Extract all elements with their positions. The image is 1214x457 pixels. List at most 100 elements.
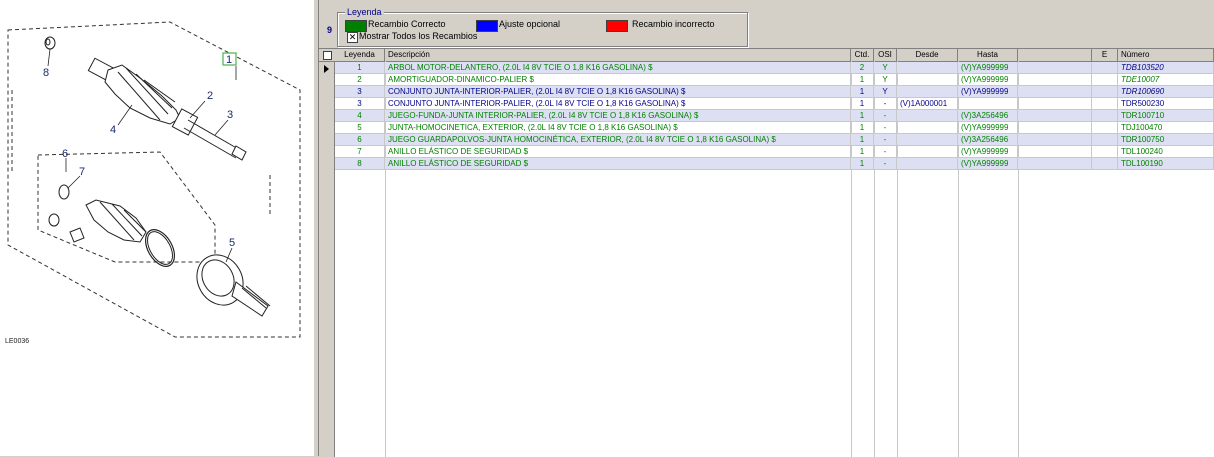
table-row[interactable]: 7 ANILLO ELÁSTICO DE SEGURIDAD $ 1 - (V)… (335, 146, 1214, 158)
cell-ctd: 1 (851, 158, 874, 169)
cell-ctd: 2 (851, 62, 874, 73)
show-all-label[interactable]: Mostrar Todos los Recambios (359, 31, 477, 41)
cell-blank (1018, 86, 1092, 97)
cell-desde (897, 134, 958, 145)
cell-desde (897, 146, 958, 157)
callout-8[interactable]: 8 (43, 67, 49, 79)
cell-ctd: 1 (851, 98, 874, 109)
cell-numero: TDR500230 (1118, 98, 1214, 109)
callout-2[interactable]: 2 (207, 90, 213, 102)
cell-ctd: 1 (851, 134, 874, 145)
cell-osi: Y (874, 62, 897, 73)
legend-swatch-incorrect (606, 20, 628, 32)
header-hasta[interactable]: Hasta (958, 49, 1018, 61)
cell-numero: TDR100750 (1118, 134, 1214, 145)
legend-title: Leyenda (345, 7, 384, 17)
header-desde[interactable]: Desde (897, 49, 958, 61)
cell-numero: TDJ100470 (1118, 122, 1214, 133)
cell-hasta: (V)3A256496 (958, 110, 1018, 121)
cell-e (1092, 86, 1118, 97)
cell-desde (897, 62, 958, 73)
cell-blank (1018, 74, 1092, 85)
cell-hasta: (V)3A256496 (958, 134, 1018, 145)
table-row[interactable]: 2 AMORTIGUADOR-DINAMICO-PALIER $ 1 Y (V)… (335, 74, 1214, 86)
select-all-checkbox[interactable] (323, 51, 332, 60)
parts-list-pane: 9 Leyenda Recambio Correcto Ajuste opcio… (319, 0, 1214, 457)
cell-hasta: (V)YA999999 (958, 158, 1018, 169)
callout-1[interactable]: 1 (226, 54, 232, 66)
legend-group (337, 12, 748, 47)
header-osi[interactable]: OSI (874, 49, 897, 61)
parts-diagram-pane: 1 2 3 4 5 6 7 8 LE0036 (0, 0, 313, 456)
header-ctd[interactable]: Ctd. (851, 49, 874, 61)
cell-e (1092, 62, 1118, 73)
show-all-checkbox[interactable]: ✕ (347, 32, 358, 43)
cell-hasta: (V)YA999999 (958, 62, 1018, 73)
cell-blank (1018, 146, 1092, 157)
cell-descripcion: JUNTA-HOMOCINETICA, EXTERIOR, (2.0L I4 8… (385, 122, 851, 133)
cell-leyenda: 7 (335, 146, 385, 157)
cell-blank (1018, 98, 1092, 109)
cell-e (1092, 146, 1118, 157)
cell-leyenda: 1 (335, 62, 385, 73)
cell-numero: TDB103520 (1118, 62, 1214, 73)
driveshaft-part (171, 108, 247, 161)
header-blank[interactable] (1018, 49, 1092, 61)
table-row[interactable]: 3 CONJUNTO JUNTA-INTERIOR-PALIER, (2.0L … (335, 86, 1214, 98)
table-row[interactable]: 4 JUEGO-FUNDA-JUNTA INTERIOR-PALIER, (2.… (335, 110, 1214, 122)
cell-leyenda: 3 (335, 98, 385, 109)
cell-descripcion: ARBOL MOTOR-DELANTERO, (2.0L I4 8V TCIE … (385, 62, 851, 73)
cell-osi: Y (874, 74, 897, 85)
cell-descripcion: CONJUNTO JUNTA-INTERIOR-PALIER, (2.0L I4… (385, 98, 851, 109)
grid-header: Leyenda Descripción Ctd. OSI Desde Hasta… (319, 49, 1214, 62)
callout-5[interactable]: 5 (229, 237, 235, 249)
cell-ctd: 1 (851, 146, 874, 157)
cell-desde (897, 74, 958, 85)
cell-blank (1018, 62, 1092, 73)
table-row[interactable]: 8 ANILLO ELÁSTICO DE SEGURIDAD $ 1 - (V)… (335, 158, 1214, 170)
parts-grid: Leyenda Descripción Ctd. OSI Desde Hasta… (319, 48, 1214, 457)
cell-osi: - (874, 146, 897, 157)
cell-e (1092, 110, 1118, 121)
table-row[interactable]: 6 JUEGO GUARDAPOLVOS-JUNTA HOMOCINÉTICA,… (335, 134, 1214, 146)
cell-ctd: 1 (851, 86, 874, 97)
diagram-code: LE0036 (5, 338, 30, 345)
legend-swatch-optional (476, 20, 498, 32)
cell-hasta: (V)YA999999 (958, 74, 1018, 85)
cell-numero: TDE10007 (1118, 74, 1214, 85)
callout-6[interactable]: 6 (62, 148, 68, 160)
cell-numero: TDL100240 (1118, 146, 1214, 157)
cell-leyenda: 6 (335, 134, 385, 145)
cell-leyenda: 5 (335, 122, 385, 133)
cell-osi: - (874, 134, 897, 145)
header-e[interactable]: E (1092, 49, 1118, 61)
cell-osi: Y (874, 86, 897, 97)
header-descripcion[interactable]: Descripción (385, 49, 851, 61)
callout-4[interactable]: 4 (110, 124, 116, 136)
cell-descripcion: ANILLO ELÁSTICO DE SEGURIDAD $ (385, 158, 851, 169)
cell-ctd: 1 (851, 110, 874, 121)
cell-ctd: 1 (851, 74, 874, 85)
outer-boot-part (85, 199, 147, 243)
table-row[interactable]: 5 JUNTA-HOMOCINETICA, EXTERIOR, (2.0L I4… (335, 122, 1214, 134)
small-parts (48, 213, 85, 243)
table-row[interactable]: 3 CONJUNTO JUNTA-INTERIOR-PALIER, (2.0L … (335, 98, 1214, 110)
header-numero[interactable]: Número (1118, 49, 1214, 61)
cell-numero: TDR100690 (1118, 86, 1214, 97)
cell-descripcion: ANILLO ELÁSTICO DE SEGURIDAD $ (385, 146, 851, 157)
table-row[interactable]: 1 ARBOL MOTOR-DELANTERO, (2.0L I4 8V TCI… (335, 62, 1214, 74)
cell-desde: (V)1A000001 (897, 98, 958, 109)
callout-7[interactable]: 7 (79, 166, 85, 178)
header-leyenda[interactable]: Leyenda (335, 49, 385, 61)
cell-numero: TDR100710 (1118, 110, 1214, 121)
cell-descripcion: CONJUNTO JUNTA-INTERIOR-PALIER, (2.0L I4… (385, 86, 851, 97)
cell-osi: - (874, 110, 897, 121)
cell-hasta: (V)YA999999 (958, 86, 1018, 97)
cell-e (1092, 134, 1118, 145)
circlip-7-part (58, 184, 70, 200)
cell-desde (897, 86, 958, 97)
callout-3[interactable]: 3 (227, 109, 233, 121)
row-indicator-column (319, 49, 335, 457)
legend-label-optional: Ajuste opcional (499, 19, 561, 29)
cell-descripcion: AMORTIGUADOR-DINAMICO-PALIER $ (385, 74, 851, 85)
